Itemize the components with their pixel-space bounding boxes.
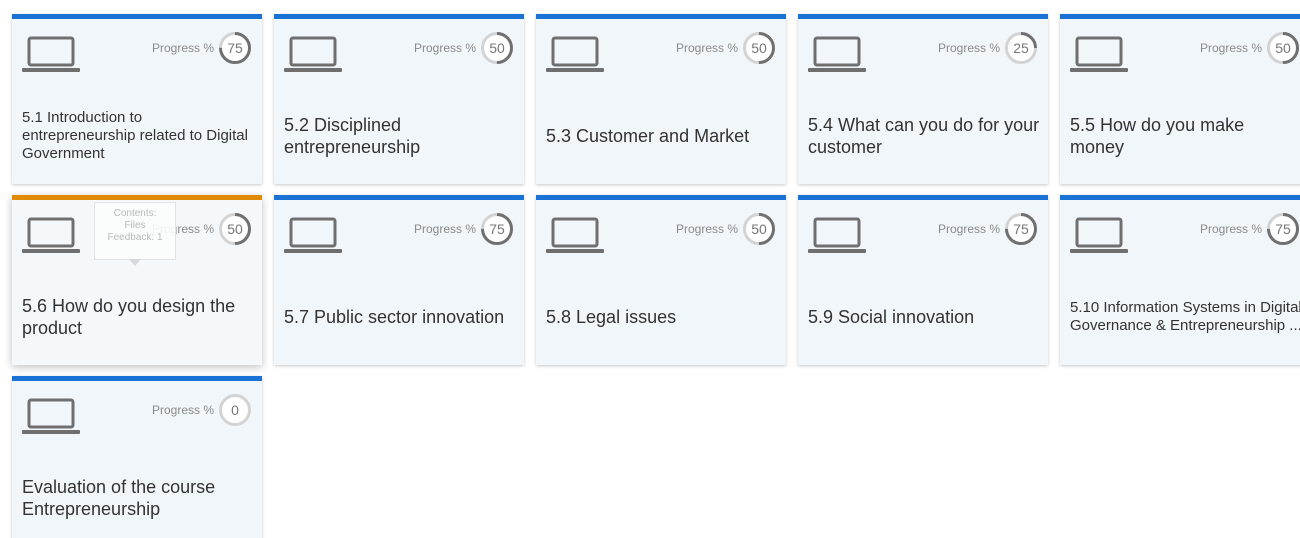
- course-tile[interactable]: Progress % 75 5.9 Social innovation: [798, 195, 1048, 365]
- progress-value: 75: [1013, 221, 1029, 237]
- progress-value: 75: [1275, 221, 1291, 237]
- progress-ring: 25: [1005, 32, 1037, 64]
- tile-title[interactable]: 5.2 Disciplined entrepreneurship: [284, 95, 516, 176]
- progress-ring: 50: [1267, 32, 1299, 64]
- laptop-icon: [284, 36, 342, 72]
- progress-value: 50: [1275, 40, 1291, 56]
- course-tile[interactable]: Progress % 75 5.1 Introduction to entrepre…: [12, 14, 262, 184]
- course-tile-grid: Progress % 75 5.1 Introduction to entrepre…: [0, 0, 1300, 538]
- course-tile[interactable]: Progress % 50 5.6 How do you design the pr…: [12, 195, 262, 365]
- laptop-icon: [22, 36, 80, 72]
- tile-title-text: 5.1 Introduction to entrepreneurship rel…: [22, 108, 248, 162]
- tile-title[interactable]: 5.3 Customer and Market: [546, 95, 778, 176]
- tile-title[interactable]: 5.7 Public sector innovation: [284, 276, 516, 357]
- progress-label: Progress %: [675, 41, 738, 55]
- tile-title-text: 5.8 Legal issues: [546, 306, 677, 327]
- laptop-icon: [808, 217, 866, 253]
- tile-title-text: 5.7 Public sector innovation: [284, 306, 505, 327]
- tile-title-text: 5.2 Disciplined entrepreneurship: [284, 114, 421, 157]
- tile-title-text: 5.5 How do you make money: [1070, 114, 1245, 157]
- tooltip-feedback: Feedback: 1: [107, 232, 163, 243]
- progress-ring: 50: [219, 213, 251, 245]
- progress-value: 75: [227, 40, 243, 56]
- course-tile[interactable]: Progress % 25 5.4 What can you do for your…: [798, 14, 1048, 184]
- progress-ring: 50: [481, 32, 513, 64]
- tile-title[interactable]: 5.4 What can you do for your customer: [808, 95, 1040, 176]
- tile-title[interactable]: 5.1 Introduction to entrepreneurship rel…: [22, 95, 254, 176]
- laptop-icon: [1070, 36, 1128, 72]
- course-tile[interactable]: Progress % 50 5.2 Disciplined entrepreneur…: [274, 14, 524, 184]
- progress-ring: 75: [481, 213, 513, 245]
- progress-label: Progress %: [937, 41, 1000, 55]
- progress-ring: 0: [219, 394, 251, 426]
- progress-ring: 50: [743, 213, 775, 245]
- tooltip-files: Files: [124, 220, 146, 231]
- course-tile[interactable]: Progress % 50 5.8 Legal issues: [536, 195, 786, 365]
- course-tile[interactable]: Progress % 50 5.3 Customer and Market: [536, 14, 786, 184]
- laptop-icon: [546, 36, 604, 72]
- tile-title-text: 5.3 Customer and Market: [546, 125, 750, 146]
- tile-title-text: 5.9 Social innovation: [808, 306, 975, 327]
- course-tile[interactable]: Progress % 0 Evaluation of the course Entr…: [12, 376, 262, 538]
- progress-label: Progress %: [413, 41, 476, 55]
- progress-label: Progress %: [413, 222, 476, 236]
- progress-value: 50: [227, 221, 243, 237]
- laptop-icon: [1070, 217, 1128, 253]
- tile-title-text: Evaluation of the course Entrepreneurshi…: [22, 476, 216, 519]
- progress-label: Progress %: [1199, 222, 1262, 236]
- course-tile[interactable]: Progress % 75 5.10 Information Systems in …: [1060, 195, 1300, 365]
- progress-value: 50: [489, 40, 505, 56]
- progress-value: 25: [1013, 40, 1029, 56]
- progress-label: Progress %: [151, 403, 214, 417]
- progress-value: 50: [751, 40, 767, 56]
- progress-label: Progress %: [151, 41, 214, 55]
- progress-ring: 75: [1267, 213, 1299, 245]
- laptop-icon: [546, 217, 604, 253]
- progress-label: Progress %: [675, 222, 738, 236]
- progress-ring: 75: [219, 32, 251, 64]
- tile-title-text: 5.4 What can you do for your customer: [808, 114, 1040, 157]
- progress-value: 50: [751, 221, 767, 237]
- progress-label: Progress %: [937, 222, 1000, 236]
- laptop-icon: [22, 398, 80, 434]
- laptop-icon: [22, 217, 80, 253]
- tooltip-contents: Contents:: [113, 208, 157, 219]
- progress-ring: 50: [743, 32, 775, 64]
- tile-title-text: 5.10 Information Systems in Digital Gove…: [1070, 298, 1300, 334]
- laptop-icon: [808, 36, 866, 72]
- tile-title[interactable]: 5.8 Legal issues: [546, 276, 778, 357]
- tile-title-text: 5.6 How do you design the product: [22, 295, 236, 338]
- tile-title[interactable]: 5.5 How do you make money: [1070, 95, 1300, 176]
- contents-tooltip: Contents: Files Feedback: 1: [94, 202, 176, 266]
- progress-value: 75: [489, 221, 505, 237]
- course-tile[interactable]: Progress % 50 5.5 How do you make money: [1060, 14, 1300, 184]
- progress-value: 0: [231, 402, 239, 418]
- tile-title[interactable]: 5.6 How do you design the product: [22, 276, 254, 357]
- tile-title[interactable]: 5.10 Information Systems in Digital Gove…: [1070, 276, 1300, 357]
- course-tile[interactable]: Progress % 75 5.7 Public sector innovation: [274, 195, 524, 365]
- progress-ring: 75: [1005, 213, 1037, 245]
- tile-title[interactable]: 5.9 Social innovation: [808, 276, 1040, 357]
- progress-label: Progress %: [1199, 41, 1262, 55]
- tooltip-arrow: [129, 259, 141, 266]
- laptop-icon: [284, 217, 342, 253]
- tile-title[interactable]: Evaluation of the course Entrepreneurshi…: [22, 457, 254, 538]
